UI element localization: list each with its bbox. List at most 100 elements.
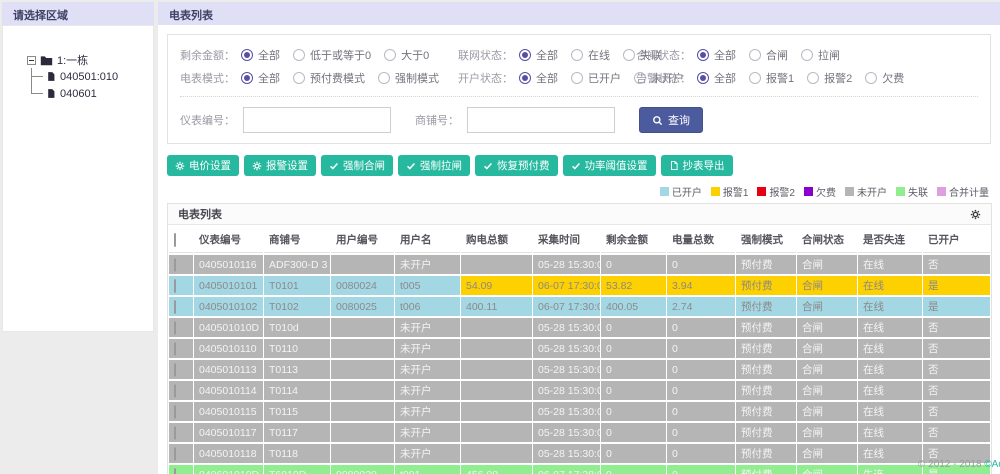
table-cell: 否 — [923, 423, 990, 442]
filter-radio-option[interactable]: 强制模式 — [378, 70, 439, 86]
action-button[interactable]: 功率阈值设置 — [562, 155, 656, 176]
tree-collapse-icon[interactable] — [27, 55, 36, 65]
column-header[interactable]: 合闸状态 — [797, 227, 857, 253]
tree-node-child[interactable]: 040601 — [31, 85, 153, 102]
table-cell: 400.11 — [461, 297, 532, 316]
table-cell: 06-07 17:30:00 — [533, 297, 600, 316]
column-header[interactable]: 购电总额 — [461, 227, 532, 253]
column-header[interactable]: 用户名 — [395, 227, 460, 253]
row-checkbox[interactable] — [174, 446, 176, 461]
table-cell — [331, 381, 394, 400]
action-button[interactable]: 抄表导出 — [660, 155, 733, 176]
filter-group: 告警状态： 全部 报警1 报警2 欠费 — [636, 70, 917, 86]
column-header[interactable]: 商铺号 — [264, 227, 330, 253]
radio-icon[interactable] — [749, 71, 761, 84]
meter-no-input[interactable] — [243, 107, 391, 133]
row-checkbox[interactable] — [174, 467, 176, 474]
table-cell: 0 — [667, 339, 735, 358]
filter-radio-option[interactable]: 合闸 — [749, 47, 788, 63]
row-checkbox[interactable] — [174, 299, 176, 314]
filter-radio-option[interactable]: 预付费模式 — [293, 70, 365, 86]
column-header[interactable]: 仪表编号 — [194, 227, 263, 253]
radio-icon[interactable] — [241, 71, 253, 84]
filter-radio-option[interactable]: 在线 — [571, 47, 610, 63]
radio-icon[interactable] — [697, 71, 709, 84]
filter-radio-option[interactable]: 全部 — [241, 70, 280, 86]
filter-radio-option[interactable]: 全部 — [697, 47, 736, 63]
column-header[interactable]: 已开户 — [923, 227, 990, 253]
radio-icon[interactable] — [571, 71, 583, 84]
radio-icon[interactable] — [519, 71, 531, 84]
folder-icon — [40, 54, 53, 66]
radio-icon[interactable] — [801, 48, 813, 61]
row-checkbox[interactable] — [174, 341, 176, 356]
query-button[interactable]: 查询 — [639, 107, 703, 133]
table-cell — [461, 444, 532, 463]
select-all-checkbox[interactable] — [174, 232, 176, 247]
filter-radio-option[interactable]: 全部 — [519, 70, 558, 86]
radio-icon[interactable] — [241, 48, 253, 61]
meter-table-panel: 电表列表 仪表编号 商铺号 用户编号 用户名 购电总额 采集时间 剩余金额 电量总数 强制模式合… — [167, 203, 992, 474]
tree-node-root[interactable]: 1:一栋 — [27, 52, 153, 68]
table-cell: 040501010D — [194, 318, 263, 337]
table-cell: 在线 — [858, 339, 922, 358]
table-cell: 预付费 — [736, 381, 796, 400]
row-checkbox[interactable] — [174, 383, 176, 398]
filter-radio-option[interactable]: 报警2 — [807, 70, 852, 86]
table-row: 0405010113T0113未开户05-28 15:30:0000预付费合闸在… — [169, 360, 990, 379]
radio-icon[interactable] — [865, 71, 878, 84]
table-cell: T0117 — [264, 423, 330, 442]
radio-icon[interactable] — [378, 71, 390, 84]
radio-icon[interactable] — [623, 48, 635, 61]
filter-radio-option[interactable]: 全部 — [519, 47, 558, 63]
action-button[interactable]: 强制拉闸 — [398, 155, 470, 176]
filter-radio-option[interactable]: 已开户 — [571, 70, 621, 86]
column-header[interactable]: 采集时间 — [533, 227, 600, 253]
filter-radio-option[interactable]: 报警1 — [749, 70, 794, 86]
radio-icon[interactable] — [293, 48, 305, 61]
row-checkbox[interactable] — [174, 278, 176, 293]
row-checkbox[interactable] — [174, 362, 176, 377]
radio-icon[interactable] — [384, 48, 397, 61]
row-checkbox[interactable] — [174, 320, 176, 335]
action-button[interactable]: 电价设置 — [167, 155, 239, 176]
filter-radio-option[interactable]: 全部 — [697, 70, 736, 86]
radio-icon[interactable] — [519, 48, 531, 61]
filter-radio-option[interactable]: 拉闸 — [801, 47, 840, 63]
table-cell: 在线 — [858, 402, 922, 421]
footer-link[interactable]: ©Ad — [984, 459, 1000, 470]
filter-group: 剩余金额： 全部 低于或等于0 大于0 — [180, 47, 458, 63]
table-cell — [331, 402, 394, 421]
action-button[interactable]: 强制合闸 — [321, 155, 393, 176]
table-settings-gear-icon[interactable] — [970, 209, 981, 220]
column-header[interactable]: 是否失连 — [858, 227, 922, 253]
table-cell: 05-28 15:30:00 — [533, 318, 600, 337]
column-header[interactable]: 强制模式 — [736, 227, 796, 253]
table-cell: 05-28 15:30:00 — [533, 339, 600, 358]
radio-icon[interactable] — [749, 48, 761, 61]
column-header[interactable]: 剩余金额 — [601, 227, 666, 253]
row-checkbox[interactable] — [174, 425, 176, 440]
table-row: 0405010115T0115未开户05-28 15:30:0000预付费合闸在… — [169, 402, 990, 421]
row-checkbox[interactable] — [174, 404, 176, 419]
table-cell: 05-28 15:30:00 — [533, 360, 600, 379]
shop-no-input[interactable] — [467, 107, 615, 133]
radio-icon[interactable] — [293, 71, 305, 84]
table-cell: 0 — [601, 423, 666, 442]
radio-icon[interactable] — [697, 48, 709, 61]
tree-node-child[interactable]: 040501:010 — [31, 68, 153, 85]
column-header[interactable]: 电量总数 — [667, 227, 735, 253]
action-button[interactable]: 报警设置 — [244, 155, 316, 176]
filter-radio-option[interactable]: 欠费 — [865, 70, 904, 86]
radio-icon[interactable] — [571, 48, 583, 61]
legend-label: 失联 — [908, 188, 928, 199]
column-header[interactable]: 用户编号 — [331, 227, 394, 253]
tree-children: 040501:010 040601 — [31, 68, 153, 102]
action-button[interactable]: 恢复预付费 — [475, 155, 558, 176]
legend-item: 欠费 — [804, 184, 836, 199]
filter-radio-option[interactable]: 大于0 — [384, 47, 429, 63]
filter-radio-option[interactable]: 全部 — [241, 47, 280, 63]
row-checkbox[interactable] — [174, 257, 176, 272]
radio-icon[interactable] — [807, 71, 820, 84]
filter-radio-option[interactable]: 低于或等于0 — [293, 47, 371, 63]
